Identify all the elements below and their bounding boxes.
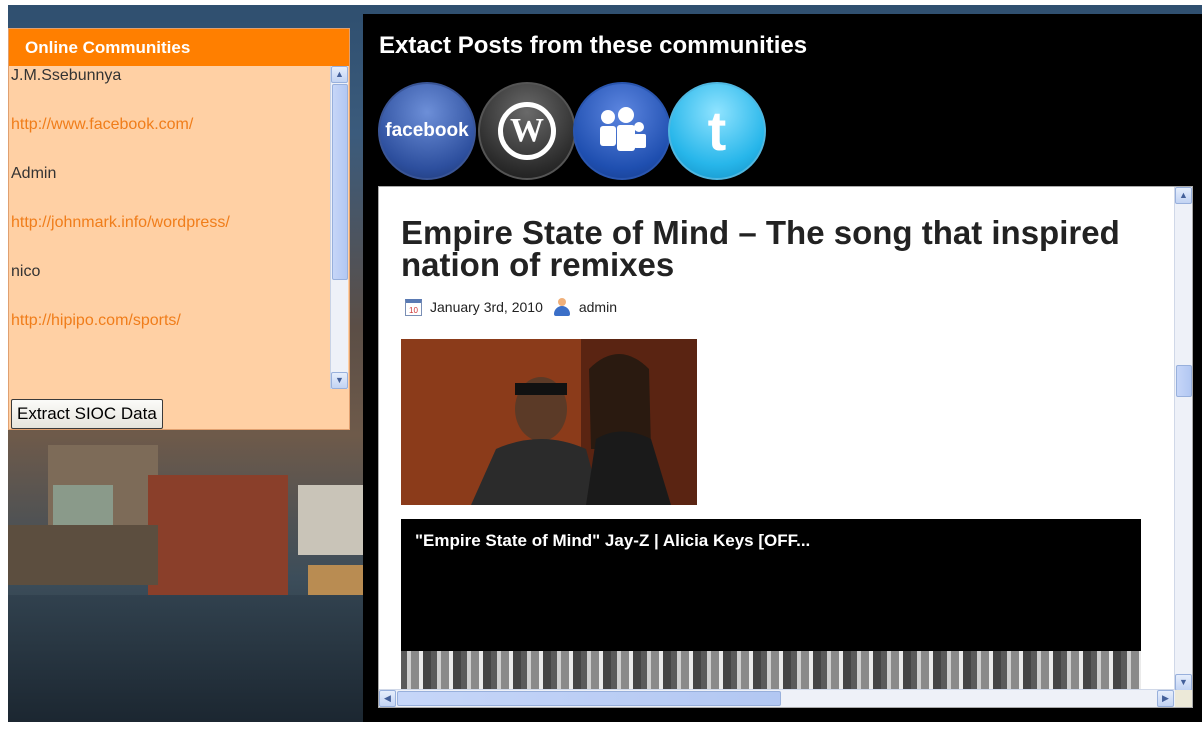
scroll-down-icon[interactable]: ▼ xyxy=(1175,674,1192,691)
scroll-thumb[interactable] xyxy=(397,691,781,706)
scroll-thumb[interactable] xyxy=(1176,365,1192,397)
posts-panel-title: Extact Posts from these communities xyxy=(379,32,808,59)
people-icon xyxy=(600,107,646,151)
posts-panel: Extact Posts from these communities face… xyxy=(363,14,1202,722)
viewer-horizontal-scrollbar[interactable]: ◀ ▶ xyxy=(379,689,1175,707)
video-thumbnail xyxy=(401,651,1141,689)
post-meta: 10 January 3rd, 2010 admin xyxy=(405,298,617,316)
post-photo xyxy=(401,339,697,505)
scroll-left-icon[interactable]: ◀ xyxy=(379,690,396,707)
extract-sioc-button[interactable]: Extract SIOC Data xyxy=(11,399,163,429)
myspace-icon[interactable] xyxy=(573,82,671,180)
scroll-up-icon[interactable]: ▲ xyxy=(1175,187,1192,204)
scroll-right-icon[interactable]: ▶ xyxy=(1157,690,1174,707)
wordpress-logo: W xyxy=(498,102,556,160)
video-title[interactable]: "Empire State of Mind" Jay-Z | Alicia Ke… xyxy=(415,531,810,551)
list-item-link[interactable]: http://johnmark.info/wordpress/ xyxy=(9,213,334,262)
twitter-glyph: t xyxy=(707,99,727,162)
video-embed[interactable]: "Empire State of Mind" Jay-Z | Alicia Ke… xyxy=(401,519,1141,689)
list-item-link[interactable]: http://www.facebook.com/ xyxy=(9,115,334,164)
user-icon xyxy=(553,298,571,316)
panel-title: Online Communities xyxy=(9,29,349,66)
scroll-down-icon[interactable]: ▼ xyxy=(331,372,348,389)
list-item-link[interactable]: http://hipipo.com/sports/ xyxy=(9,311,334,360)
communities-list: J.M.Ssebunnya http://www.facebook.com/ A… xyxy=(9,66,334,386)
calendar-icon: 10 xyxy=(405,298,422,316)
twitter-icon[interactable]: t xyxy=(668,82,766,180)
online-communities-panel: Online Communities J.M.Ssebunnya http://… xyxy=(8,28,350,430)
post-viewer: Empire State of Mind – The song that ins… xyxy=(378,186,1193,708)
list-item[interactable]: nico xyxy=(9,262,334,311)
post-image xyxy=(401,339,697,505)
scroll-corner xyxy=(1175,690,1192,707)
list-scrollbar[interactable]: ▲ ▼ xyxy=(330,66,348,389)
facebook-icon[interactable]: facebook xyxy=(378,82,476,180)
post-author[interactable]: admin xyxy=(579,299,617,315)
scroll-thumb[interactable] xyxy=(332,84,348,280)
post-title[interactable]: Empire State of Mind – The song that ins… xyxy=(401,216,1191,281)
viewer-vertical-scrollbar[interactable]: ▲ ▼ xyxy=(1174,187,1192,691)
post-date: January 3rd, 2010 xyxy=(430,299,543,315)
wordpress-icon[interactable]: W xyxy=(478,82,576,180)
list-item[interactable]: J.M.Ssebunnya xyxy=(9,66,334,115)
list-item[interactable]: Admin xyxy=(9,164,334,213)
scroll-up-icon[interactable]: ▲ xyxy=(331,66,348,83)
facebook-label: facebook xyxy=(385,120,469,141)
